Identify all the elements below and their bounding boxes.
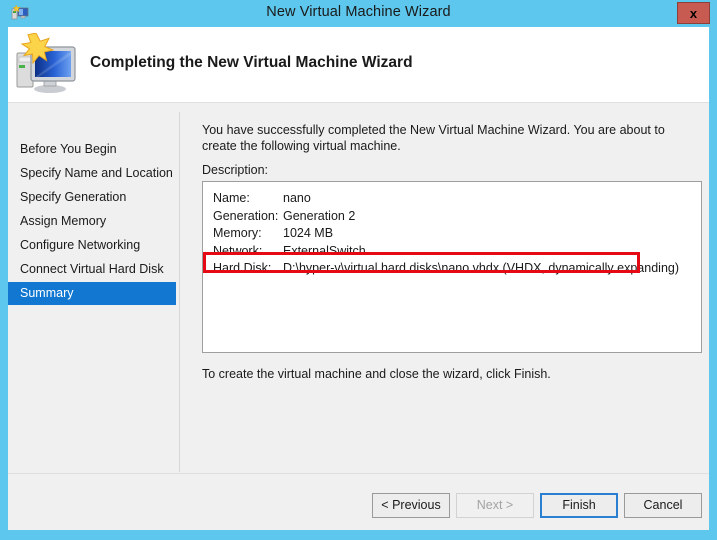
sidebar-item-connect-virtual-hard-disk[interactable]: Connect Virtual Hard Disk <box>8 258 176 281</box>
wizard-main-pane: You have successfully completed the New … <box>180 104 709 530</box>
next-button: Next > <box>456 493 534 518</box>
wizard-header: Completing the New Virtual Machine Wizar… <box>8 27 709 103</box>
intro-text: You have successfully completed the New … <box>202 123 665 153</box>
detail-row: Name: nano <box>203 191 701 208</box>
window-title: New Virtual Machine Wizard <box>266 4 451 20</box>
finish-button[interactable]: Finish <box>540 493 618 518</box>
summary-description-panel: Name: nano Generation: Generation 2 Memory: 1… <box>202 181 702 353</box>
detail-value: ExternalSwitch <box>283 243 366 258</box>
wizard-footer: < Previous Next > Finish Cancel <box>8 473 709 530</box>
detail-row: Memory: 1024 MB <box>203 226 701 243</box>
detail-value: D:\hyper-v\virtual hard disks\nano.vhdx … <box>283 261 680 275</box>
detail-label: Hard Disk: <box>213 261 272 275</box>
detail-label: Network: <box>213 243 263 258</box>
close-icon[interactable]: x <box>677 2 710 24</box>
finish-hint-text: To create the virtual machine and close … <box>202 367 551 381</box>
detail-label: Name: <box>213 191 250 205</box>
detail-value: 1024 MB <box>283 226 334 240</box>
wizard-client-area: Completing the New Virtual Machine Wizar… <box>8 27 709 530</box>
wizard-steps-sidebar: Before You Begin Specify Name and Locatio… <box>8 104 179 530</box>
sidebar-item-specify-generation[interactable]: Specify Generation <box>8 186 176 209</box>
sidebar-item-assign-memory[interactable]: Assign Memory <box>8 210 176 233</box>
detail-value: nano <box>283 191 311 205</box>
sidebar-item-configure-networking[interactable]: Configure Networking <box>8 234 176 257</box>
cancel-button[interactable]: Cancel <box>624 493 702 518</box>
previous-button[interactable]: < Previous <box>372 493 450 518</box>
detail-label: Generation: <box>213 208 279 223</box>
computer-monitor-star-icon <box>14 32 78 95</box>
title-bar: New Virtual Machine Wizard x <box>0 0 717 27</box>
detail-label: Memory: <box>213 226 262 240</box>
detail-value: Generation 2 <box>283 208 356 223</box>
sidebar-item-before-you-begin[interactable]: Before You Begin <box>8 138 176 161</box>
sidebar-item-specify-name-and-location[interactable]: Specify Name and Location <box>8 162 176 185</box>
description-label: Description: <box>202 163 268 177</box>
detail-row: Hard Disk: D:\hyper-v\virtual hard disks\… <box>203 261 701 278</box>
new-virtual-machine-wizard-window: New Virtual Machine Wizard x Completing … <box>0 0 717 540</box>
detail-row: Generation: Generation 2 <box>203 209 701 226</box>
sidebar-item-summary[interactable]: Summary <box>8 282 176 305</box>
page-title: Completing the New Virtual Machine Wizar… <box>90 54 413 71</box>
detail-row: Network: ExternalSwitch <box>203 244 701 261</box>
